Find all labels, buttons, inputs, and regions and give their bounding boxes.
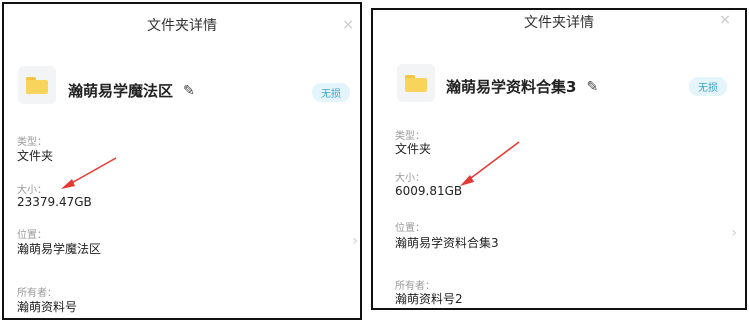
arrow-annotation — [460, 141, 520, 186]
folder-details-panel-right: 文件夹详情 × 瀚萌易学资料合集3 ✎ 无损 类型： 文件夹 大小： 6009.… — [371, 8, 747, 310]
arrow-annotation — [61, 157, 117, 189]
folder-details-panel-left: 文件夹详情 × 瀚萌易学魔法区 ✎ 无损 类型： 文件夹 大小： 23379.4… — [2, 2, 362, 320]
